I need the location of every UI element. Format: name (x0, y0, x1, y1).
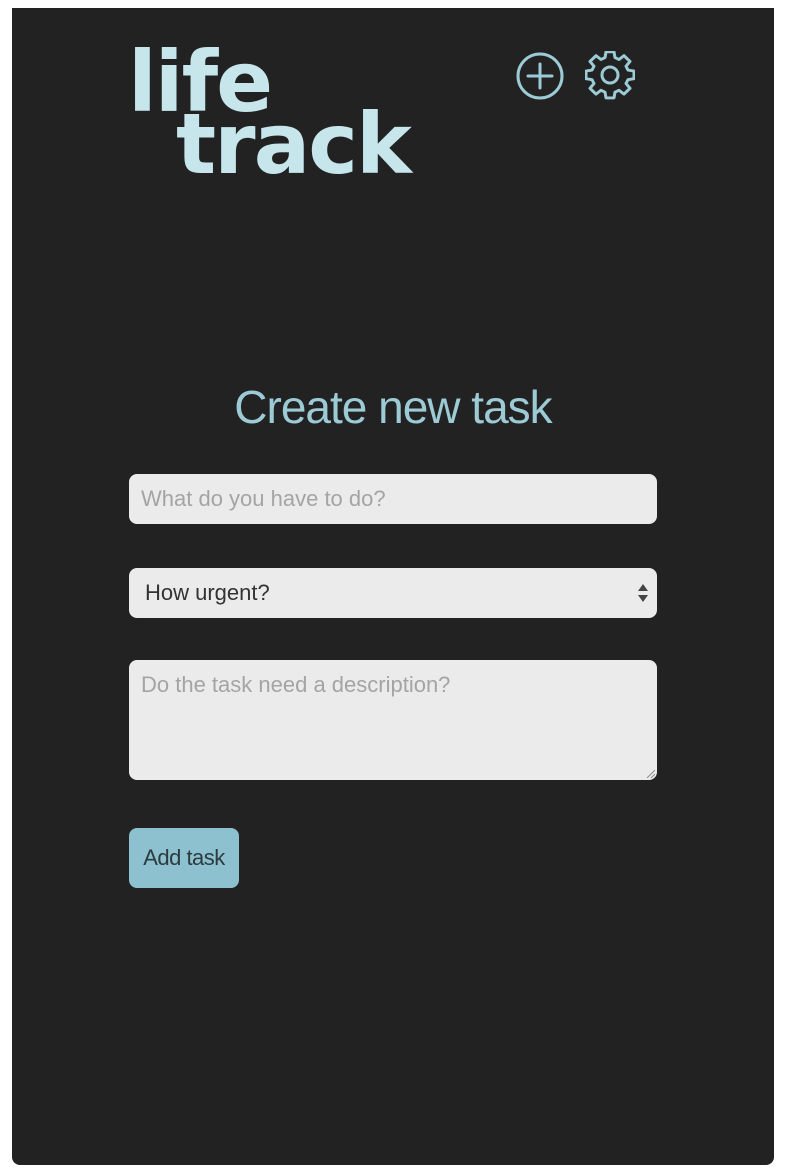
plus-circle-icon (516, 52, 564, 100)
select-arrows-icon (638, 584, 648, 602)
urgency-select[interactable]: How urgent? (129, 568, 657, 618)
page-title: Create new task (234, 381, 552, 433)
gear-icon (585, 51, 635, 100)
resize-grip-icon[interactable] (645, 768, 655, 778)
task-name-input[interactable] (129, 474, 657, 524)
task-description-textarea[interactable] (129, 660, 657, 780)
add-task-button[interactable]: Add task (129, 828, 239, 888)
logo-line-track: track (176, 95, 412, 193)
add-task-icon-button[interactable] (515, 51, 565, 101)
urgency-selected-value: How urgent? (145, 580, 270, 605)
settings-button[interactable] (585, 51, 635, 101)
app-window: life track Create new task How urgent? A… (12, 8, 774, 1165)
app-logo: life track (128, 40, 412, 193)
